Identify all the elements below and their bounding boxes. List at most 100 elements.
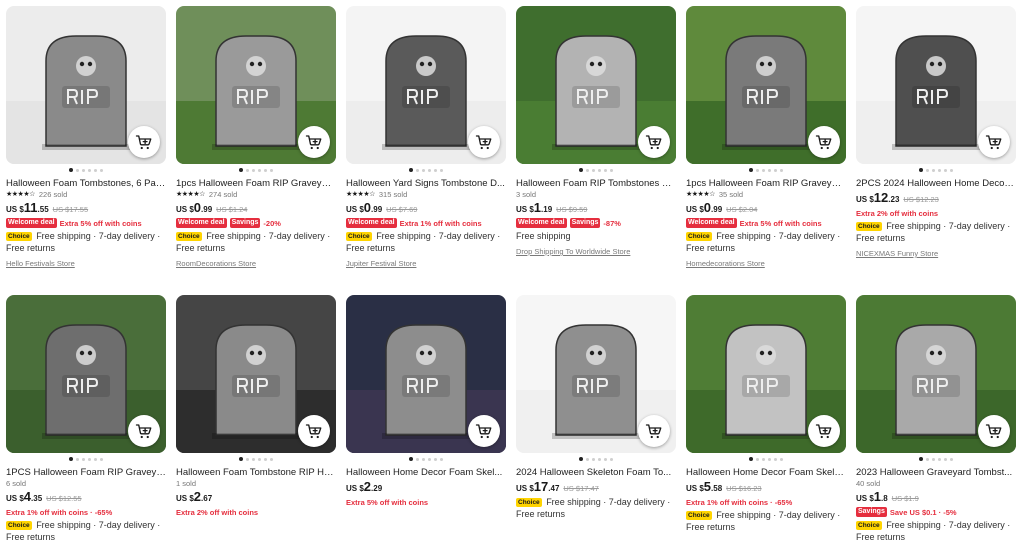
product-title[interactable]: 2PCS 2024 Halloween Home Decora... — [856, 177, 1016, 190]
carousel-dot[interactable] — [246, 168, 249, 172]
product-card[interactable]: Halloween Home Decor Foam Skele... US $5… — [686, 295, 846, 533]
carousel-dot[interactable] — [780, 457, 783, 461]
product-card[interactable]: 2023 Halloween Graveyard Tombst... 40 so… — [856, 295, 1016, 543]
carousel-dot[interactable] — [440, 168, 443, 172]
product-card[interactable]: 1pcs Halloween Foam RIP Graveyar... ★★★★… — [686, 6, 846, 269]
carousel-dot[interactable] — [944, 457, 947, 461]
carousel-dot[interactable] — [428, 168, 431, 172]
carousel-dot[interactable] — [610, 168, 613, 172]
product-thumbnail[interactable] — [176, 6, 336, 164]
carousel-dot[interactable] — [919, 457, 923, 461]
product-thumbnail[interactable] — [346, 6, 506, 164]
store-link[interactable]: RoomDecorations Store — [176, 258, 336, 269]
carousel-dot[interactable] — [768, 168, 771, 172]
product-thumbnail[interactable] — [686, 6, 846, 164]
add-to-cart-button[interactable] — [808, 415, 840, 447]
carousel-dot[interactable] — [756, 168, 759, 172]
carousel-dot[interactable] — [762, 168, 765, 172]
product-thumbnail[interactable] — [686, 295, 846, 453]
product-thumbnail[interactable] — [176, 295, 336, 453]
carousel-dot[interactable] — [434, 457, 437, 461]
carousel-dot[interactable] — [440, 457, 443, 461]
carousel-dot[interactable] — [944, 168, 947, 172]
carousel-dot[interactable] — [749, 457, 753, 461]
product-title[interactable]: Halloween Foam Tombstone RIP Ho... — [176, 466, 336, 479]
add-to-cart-button[interactable] — [468, 415, 500, 447]
carousel-dot[interactable] — [749, 168, 753, 172]
add-to-cart-button[interactable] — [808, 126, 840, 158]
carousel-dot[interactable] — [409, 457, 413, 461]
product-title[interactable]: Halloween Foam RIP Tombstones G... — [516, 177, 676, 190]
add-to-cart-button[interactable] — [128, 126, 160, 158]
product-card[interactable]: 1PCS Halloween Foam RIP Graveyar... 6 so… — [6, 295, 166, 543]
carousel-dot[interactable] — [762, 457, 765, 461]
carousel-dot[interactable] — [768, 457, 771, 461]
carousel-dot[interactable] — [604, 168, 607, 172]
product-thumbnail[interactable] — [856, 295, 1016, 453]
carousel-dot[interactable] — [270, 457, 273, 461]
carousel-dot[interactable] — [579, 168, 583, 172]
carousel-dot[interactable] — [919, 168, 923, 172]
carousel-dot[interactable] — [258, 457, 261, 461]
carousel-dot[interactable] — [586, 457, 589, 461]
carousel-dot[interactable] — [592, 457, 595, 461]
add-to-cart-button[interactable] — [128, 415, 160, 447]
carousel-dot[interactable] — [82, 168, 85, 172]
carousel-dot[interactable] — [610, 457, 613, 461]
product-title[interactable]: Halloween Home Decor Foam Skel... — [346, 466, 506, 479]
carousel-dot[interactable] — [416, 168, 419, 172]
carousel-dot[interactable] — [774, 168, 777, 172]
carousel-dot[interactable] — [88, 457, 91, 461]
product-title[interactable]: 2023 Halloween Graveyard Tombst... — [856, 466, 1016, 479]
add-to-cart-button[interactable] — [298, 415, 330, 447]
product-card[interactable]: Halloween Foam RIP Tombstones G... 3 sol… — [516, 6, 676, 257]
product-card[interactable]: Halloween Home Decor Foam Skel... US $2.… — [346, 295, 506, 508]
carousel-dot[interactable] — [69, 168, 73, 172]
carousel-dot[interactable] — [409, 168, 413, 172]
carousel-dot[interactable] — [422, 457, 425, 461]
product-title[interactable]: 2024 Halloween Skeleton Foam To... — [516, 466, 676, 479]
carousel-dot[interactable] — [604, 457, 607, 461]
carousel-dot[interactable] — [239, 168, 243, 172]
product-card[interactable]: Halloween Yard Signs Tombstone D... ★★★★… — [346, 6, 506, 269]
carousel-dot[interactable] — [264, 168, 267, 172]
carousel-dot[interactable] — [780, 168, 783, 172]
carousel-dot[interactable] — [82, 457, 85, 461]
carousel-dot[interactable] — [69, 457, 73, 461]
add-to-cart-button[interactable] — [468, 126, 500, 158]
carousel-dot[interactable] — [932, 168, 935, 172]
product-title[interactable]: 1pcs Halloween Foam RIP Graveyar... — [176, 177, 336, 190]
carousel-dot[interactable] — [246, 457, 249, 461]
carousel-dot[interactable] — [239, 457, 243, 461]
product-thumbnail[interactable] — [516, 6, 676, 164]
add-to-cart-button[interactable] — [638, 126, 670, 158]
carousel-dot[interactable] — [774, 457, 777, 461]
carousel-dot[interactable] — [926, 457, 929, 461]
carousel-dot[interactable] — [598, 457, 601, 461]
carousel-dot[interactable] — [592, 168, 595, 172]
store-link[interactable]: Jupiter Festival Store — [346, 258, 506, 269]
store-link[interactable]: Drop Shipping To Worldwide Store — [516, 246, 676, 257]
store-link[interactable]: Hello Festivals Store — [6, 258, 166, 269]
carousel-dot[interactable] — [428, 457, 431, 461]
carousel-dot[interactable] — [94, 168, 97, 172]
carousel-dot[interactable] — [264, 457, 267, 461]
carousel-dot[interactable] — [94, 457, 97, 461]
product-title[interactable]: 1PCS Halloween Foam RIP Graveyar... — [6, 466, 166, 479]
carousel-dot[interactable] — [434, 168, 437, 172]
carousel-dot[interactable] — [252, 457, 255, 461]
carousel-dot[interactable] — [270, 168, 273, 172]
product-thumbnail[interactable] — [6, 6, 166, 164]
product-thumbnail[interactable] — [516, 295, 676, 453]
carousel-dot[interactable] — [938, 168, 941, 172]
product-title[interactable]: 1pcs Halloween Foam RIP Graveyar... — [686, 177, 846, 190]
product-thumbnail[interactable] — [6, 295, 166, 453]
add-to-cart-button[interactable] — [298, 126, 330, 158]
store-link[interactable]: NICEXMAS Funny Store — [856, 248, 1016, 259]
carousel-dot[interactable] — [926, 168, 929, 172]
carousel-dot[interactable] — [252, 168, 255, 172]
add-to-cart-button[interactable] — [978, 126, 1010, 158]
store-link[interactable]: Homedecorations Store — [686, 258, 846, 269]
product-title[interactable]: Halloween Foam Tombstones, 6 Pac... — [6, 177, 166, 190]
product-title[interactable]: Halloween Yard Signs Tombstone D... — [346, 177, 506, 190]
